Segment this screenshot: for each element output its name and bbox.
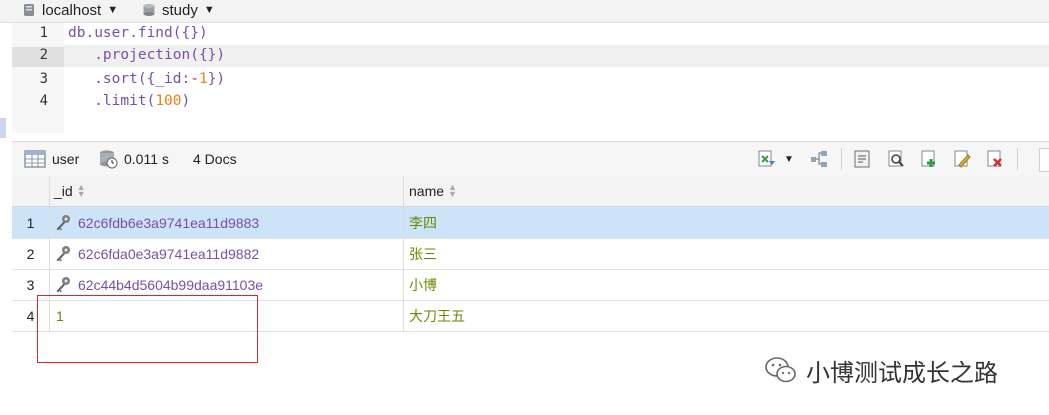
elapsed-time: 0.011 s — [124, 151, 169, 167]
server-selector[interactable]: localhost ▼ — [22, 0, 118, 20]
annotation-box — [37, 295, 258, 363]
line-number: 2 — [12, 47, 64, 67]
watermark-text: 小博测试成长之路 — [806, 358, 998, 387]
code-token: .sort({_id: — [68, 71, 191, 87]
database-selector[interactable]: study ▼ — [142, 0, 215, 20]
chevron-down-icon: ▼ — [203, 4, 215, 16]
name-cell[interactable]: 大刀王五 — [409, 300, 465, 331]
sort-icon: ▲ ▼ — [448, 182, 457, 199]
line-number: 3 — [39, 71, 48, 87]
collection-label: user — [24, 142, 79, 176]
timer-icon — [100, 150, 118, 169]
server-name: localhost — [42, 1, 102, 19]
code-number: 100 — [155, 93, 182, 109]
objectid-key-icon — [56, 276, 70, 292]
tree-view-icon[interactable] — [809, 149, 829, 169]
column-header-label: _id — [54, 183, 73, 199]
code-token: ) — [181, 93, 191, 109]
grid-header: _id ▲ ▼ name ▲ ▼ — [12, 176, 1049, 207]
code-line: .projection({}) — [68, 47, 226, 63]
column-header-id[interactable]: _id ▲ ▼ — [54, 176, 86, 206]
sort-icon: ▲ ▼ — [76, 182, 86, 199]
code-line: db.user.find({}) — [68, 25, 208, 41]
id-value: 62c44b4d5604b99daa91103e — [78, 276, 264, 293]
id-value: 62c6fdb6e3a9741ea11d9883 — [78, 214, 260, 231]
code-line: .limit(100) — [68, 93, 190, 109]
query-editor[interactable]: 1 2 3 4 db.user.find({}) .projection({})… — [0, 23, 1049, 133]
table-row[interactable]: 2 62c6fda0e3a9741ea11d9882 张三 — [12, 238, 1049, 270]
objectid-key-icon — [56, 214, 70, 230]
chevron-down-icon: ▼ — [107, 4, 119, 16]
database-icon — [143, 4, 155, 16]
objectid-key-icon — [56, 245, 70, 261]
code-token: }) — [207, 71, 226, 87]
delete-document-icon[interactable] — [985, 149, 1005, 169]
find-icon[interactable] — [886, 149, 906, 169]
name-cell[interactable]: 李四 — [409, 207, 437, 238]
name-cell[interactable]: 小博 — [409, 269, 437, 300]
add-document-icon[interactable] — [919, 149, 939, 169]
code-token: .limit( — [68, 93, 156, 109]
table-icon — [24, 150, 46, 168]
panel-splitter[interactable] — [0, 118, 6, 138]
toolbar-divider — [841, 148, 842, 170]
edit-document-icon[interactable] — [952, 149, 972, 169]
chevron-down-icon[interactable]: ▼ — [784, 142, 794, 176]
column-divider — [403, 176, 404, 331]
line-number: 1 — [39, 25, 48, 41]
code-number: 1 — [198, 71, 208, 87]
export-icon[interactable] — [756, 149, 776, 169]
collection-name: user — [52, 151, 80, 167]
id-cell[interactable]: 62c6fdb6e3a9741ea11d9883 — [54, 207, 259, 238]
id-value: 62c6fda0e3a9741ea11d9882 — [78, 245, 260, 262]
database-name: study — [162, 1, 198, 19]
results-toolbar: user 0.011 s 4 Docs ▼ — [12, 141, 1049, 177]
table-row[interactable]: 1 62c6fdb6e3a9741ea11d9883 李四 — [12, 207, 1049, 239]
row-number: 1 — [26, 214, 35, 231]
doc-count: 4 Docs — [193, 151, 237, 167]
server-icon — [24, 4, 34, 16]
toolbar-divider — [1017, 148, 1018, 170]
query-time: 0.011 s — [98, 142, 169, 176]
column-header-label: name — [409, 183, 445, 199]
code-line: .sort({_id:-1}) — [68, 71, 225, 87]
line-number: 4 — [39, 93, 48, 109]
connection-bar: localhost ▼ study ▼ — [0, 0, 1049, 23]
code-operator: - — [190, 71, 199, 87]
view-document-icon[interactable] — [852, 149, 872, 169]
wechat-icon — [765, 357, 796, 383]
row-number: 2 — [26, 245, 35, 262]
id-cell[interactable]: 62c6fda0e3a9741ea11d9882 — [54, 238, 259, 269]
page-size-input[interactable] — [1039, 148, 1049, 172]
name-cell[interactable]: 张三 — [409, 238, 437, 269]
watermark: 小博测试成长之路 — [764, 352, 998, 388]
column-header-name[interactable]: name ▲ ▼ — [409, 176, 457, 206]
